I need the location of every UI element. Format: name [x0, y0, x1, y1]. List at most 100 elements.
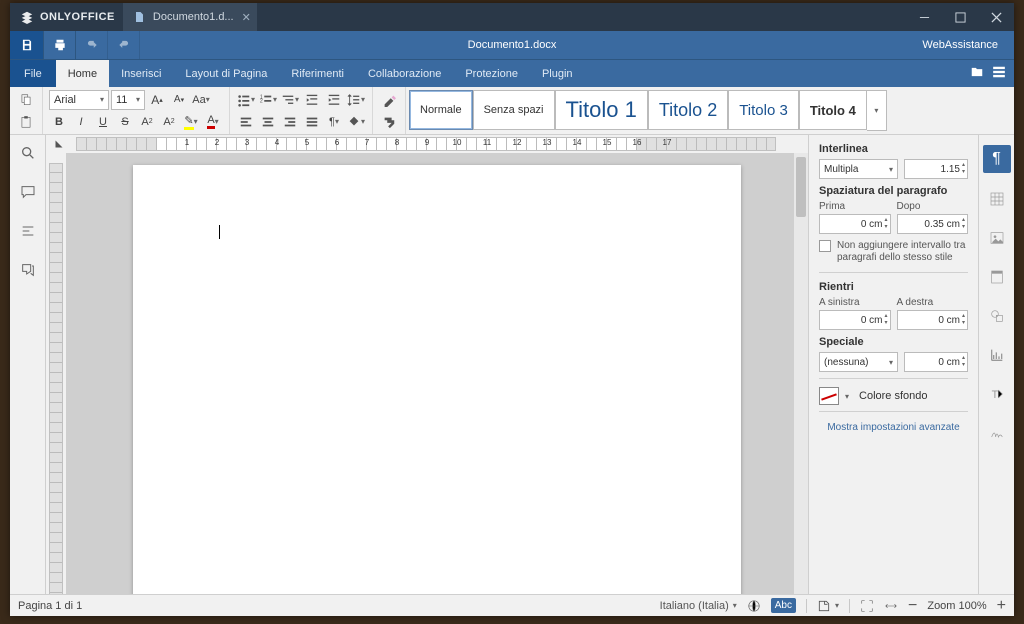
indent-right-input[interactable]: 0 cm▴▾	[897, 310, 969, 330]
copy-button[interactable]	[16, 90, 36, 110]
close-tab-icon[interactable]: ✕	[242, 11, 251, 24]
zoom-out-button[interactable]: −	[908, 597, 917, 615]
underline-button[interactable]: U	[93, 112, 113, 132]
print-button[interactable]	[44, 31, 76, 59]
line-spacing-button[interactable]: ▾	[346, 90, 366, 110]
track-changes-button[interactable]: ▾	[817, 599, 839, 613]
superscript-button[interactable]: A2	[137, 112, 157, 132]
image-tab-icon[interactable]	[989, 230, 1005, 251]
align-justify-button[interactable]	[302, 112, 322, 132]
horizontal-ruler[interactable]: 1234567891011121314151617	[46, 135, 808, 153]
shading-button[interactable]: ▾	[346, 112, 366, 132]
vertical-ruler[interactable]	[46, 153, 66, 594]
styles-dropdown[interactable]: ▾	[867, 90, 887, 131]
onlyoffice-icon	[20, 10, 34, 24]
page[interactable]	[133, 165, 741, 594]
fit-page-button[interactable]	[860, 599, 874, 613]
spacing-after-input[interactable]: 0.35 cm▴▾	[897, 214, 969, 234]
tab-plugin[interactable]: Plugin	[530, 60, 585, 87]
comments-icon[interactable]	[20, 184, 36, 205]
style-title2[interactable]: Titolo 2	[648, 90, 728, 130]
redo-button[interactable]	[108, 31, 140, 59]
maximize-button[interactable]	[942, 3, 978, 31]
font-name-select[interactable]: Arial▾	[49, 90, 109, 110]
paragraph-tab-icon[interactable]: ¶	[983, 145, 1011, 173]
italic-button[interactable]: I	[71, 112, 91, 132]
line-spacing-value-input[interactable]: 1.15▴▾	[904, 159, 968, 179]
align-right-button[interactable]	[280, 112, 300, 132]
chart-tab-icon[interactable]	[989, 347, 1005, 368]
highlight-button[interactable]: ✎▾	[181, 112, 201, 132]
style-normal[interactable]: Normale	[409, 90, 473, 130]
right-tabs: ¶ T	[978, 135, 1014, 594]
spell-toggle[interactable]: Abc	[771, 598, 796, 613]
font-size-select[interactable]: 11▾	[111, 90, 145, 110]
advanced-settings-link[interactable]: Mostra impostazioni avanzate	[819, 422, 968, 433]
indent-left-input[interactable]: 0 cm▴▾	[819, 310, 891, 330]
same-style-checkbox[interactable]: Non aggiungere intervallo tra paragrafi …	[819, 240, 968, 264]
language-select[interactable]: Italiano (Italia)▾	[660, 600, 737, 612]
bullets-button[interactable]: ▾	[236, 90, 256, 110]
minimize-button[interactable]	[906, 3, 942, 31]
tab-collaboration[interactable]: Collaborazione	[356, 60, 453, 87]
subscript-button[interactable]: A2	[159, 112, 179, 132]
zoom-label[interactable]: Zoom 100%	[927, 600, 986, 612]
change-case-button[interactable]: Aa▾	[191, 90, 211, 110]
inc-indent-button[interactable]	[324, 90, 344, 110]
bold-button[interactable]: B	[49, 112, 69, 132]
clear-style-button[interactable]	[379, 90, 399, 110]
bgcolor-swatch[interactable]	[819, 387, 839, 405]
tab-protection[interactable]: Protezione	[453, 60, 530, 87]
user-name[interactable]: WebAssistance	[906, 31, 1014, 59]
open-location-icon[interactable]	[970, 65, 984, 82]
table-tab-icon[interactable]	[989, 191, 1005, 212]
strike-button[interactable]: S	[115, 112, 135, 132]
tab-references[interactable]: Riferimenti	[279, 60, 356, 87]
style-title4[interactable]: Titolo 4	[799, 90, 867, 130]
zoom-in-button[interactable]: +	[997, 597, 1006, 615]
align-center-button[interactable]	[258, 112, 278, 132]
shape-tab-icon[interactable]	[989, 308, 1005, 329]
document-canvas[interactable]	[66, 153, 808, 594]
style-title3[interactable]: Titolo 3	[728, 90, 799, 130]
increase-font-button[interactable]: A▴	[147, 90, 167, 110]
undo-button[interactable]	[76, 31, 108, 59]
textart-tab-icon[interactable]: T	[989, 386, 1005, 407]
svg-text:2: 2	[260, 98, 263, 104]
save-button[interactable]	[10, 31, 44, 59]
close-button[interactable]	[978, 3, 1014, 31]
header-tab-icon[interactable]	[989, 269, 1005, 290]
copy-style-button[interactable]	[379, 112, 399, 132]
tab-selector-icon[interactable]	[52, 137, 66, 151]
special-indent-select[interactable]: (nessuna)▾	[819, 352, 898, 372]
numbering-button[interactable]: 12▾	[258, 90, 278, 110]
decrease-font-button[interactable]: A▾	[169, 90, 189, 110]
special-indent-input[interactable]: 0 cm▴▾	[904, 352, 968, 372]
view-settings-icon[interactable]	[992, 65, 1006, 82]
align-left-button[interactable]	[236, 112, 256, 132]
paste-button[interactable]	[16, 112, 36, 132]
tab-insert[interactable]: Inserisci	[109, 60, 173, 87]
spellcheck-button[interactable]	[747, 599, 761, 613]
search-icon[interactable]	[20, 145, 36, 166]
nonprinting-button[interactable]: ¶▾	[324, 112, 344, 132]
text-cursor	[219, 225, 220, 239]
page-status[interactable]: Pagina 1 di 1	[18, 600, 82, 612]
style-title1[interactable]: Titolo 1	[555, 90, 648, 130]
spacing-before-input[interactable]: 0 cm▴▾	[819, 214, 891, 234]
headings-icon[interactable]	[20, 223, 36, 244]
feedback-icon[interactable]	[20, 262, 36, 283]
line-spacing-type-select[interactable]: Multipla▾	[819, 159, 898, 179]
signature-tab-icon[interactable]	[989, 425, 1005, 446]
scrollbar-vertical[interactable]	[794, 153, 808, 594]
font-color-button[interactable]: A▾	[203, 112, 223, 132]
tab-file[interactable]: File	[10, 60, 56, 87]
tab-home[interactable]: Home	[56, 60, 109, 87]
tab-layout[interactable]: Layout di Pagina	[173, 60, 279, 87]
style-nospacing[interactable]: Senza spazi	[473, 90, 555, 130]
line-spacing-label: Interlinea	[819, 143, 968, 155]
dec-indent-button[interactable]	[302, 90, 322, 110]
fit-width-button[interactable]	[884, 599, 898, 613]
document-tab[interactable]: Documento1.d... ✕	[123, 3, 258, 31]
multilevel-button[interactable]: ▾	[280, 90, 300, 110]
